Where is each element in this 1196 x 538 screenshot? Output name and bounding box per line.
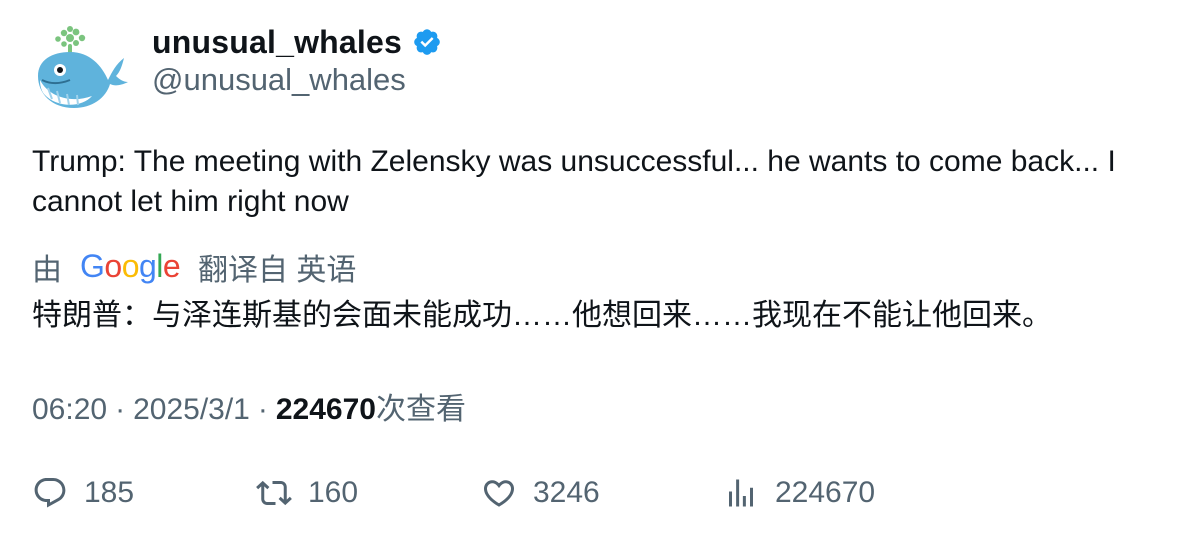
tweet-date[interactable]: 2025/3/1 bbox=[133, 393, 250, 427]
translation-from-label[interactable]: 翻译自 英语 bbox=[198, 245, 356, 289]
heart-icon bbox=[483, 480, 515, 507]
tweet-text: Trump: The meeting with Zelensky was uns… bbox=[32, 145, 1116, 218]
verified-badge-icon bbox=[414, 29, 440, 55]
meta-separator: · bbox=[115, 393, 126, 426]
retweet-count: 160 bbox=[308, 476, 359, 509]
meta-separator: · bbox=[257, 393, 268, 426]
analytics-icon bbox=[729, 479, 753, 507]
author-name-row[interactable]: unusual_whales bbox=[152, 20, 442, 64]
like-button[interactable]: 3246 bbox=[481, 470, 600, 516]
action-bar: 185 160 3246 224670 bbox=[32, 470, 1172, 516]
tweet-meta: 06:20 · 2025/3/1 · 224670 次查看 bbox=[32, 384, 466, 428]
google-logo: Google bbox=[80, 249, 180, 284]
views-button[interactable]: 224670 bbox=[723, 470, 875, 516]
tweet-time[interactable]: 06:20 bbox=[32, 393, 107, 427]
reply-count: 185 bbox=[84, 476, 135, 509]
retweet-button[interactable]: 160 bbox=[256, 470, 358, 516]
views-action-count: 224670 bbox=[775, 476, 876, 509]
author-display-name[interactable]: unusual_whales bbox=[152, 24, 402, 61]
svg-text:Google: Google bbox=[80, 249, 180, 284]
views-count: 224670 bbox=[275, 393, 376, 426]
translation-attribution: 由 Google 翻译自 英语 bbox=[32, 246, 356, 288]
author-handle[interactable]: @unusual_whales bbox=[152, 62, 406, 98]
like-count: 3246 bbox=[533, 476, 600, 509]
avatar[interactable] bbox=[30, 24, 130, 116]
whale-icon bbox=[38, 26, 128, 108]
reply-icon bbox=[34, 478, 66, 508]
views-label: 次查看 bbox=[375, 393, 466, 426]
translation-by-label: 由 bbox=[32, 254, 62, 287]
retweet-icon bbox=[256, 480, 292, 506]
translated-text: 特朗普：与泽连斯基的会面未能成功……他想回来……我现在不能让他回来。 bbox=[32, 299, 1052, 332]
reply-button[interactable]: 185 bbox=[32, 470, 134, 516]
